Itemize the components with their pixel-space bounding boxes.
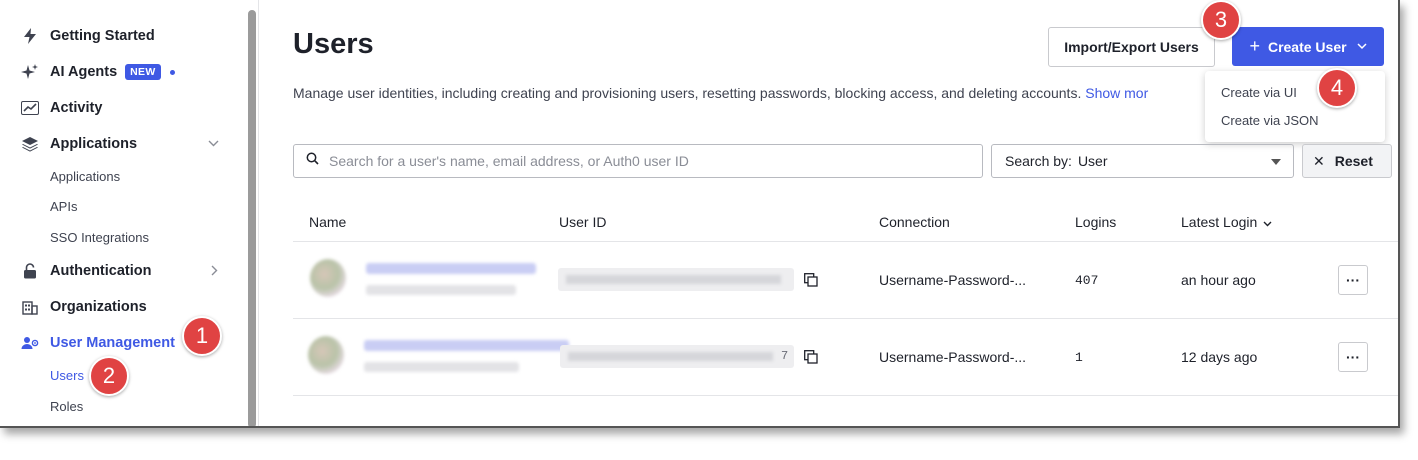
sidebar-subitem-users[interactable]: Users bbox=[50, 368, 84, 383]
sidebar-item-label: Applications bbox=[50, 136, 138, 152]
sidebar-subitem-apis[interactable]: APIs bbox=[50, 199, 77, 214]
column-header-label: Latest Login bbox=[1181, 214, 1258, 230]
divider bbox=[293, 395, 1398, 396]
lightning-icon bbox=[20, 26, 40, 46]
user-name-redacted[interactable] bbox=[366, 263, 536, 274]
chevron-right-icon[interactable] bbox=[211, 265, 218, 279]
building-icon bbox=[20, 297, 40, 317]
sidebar-item-getting-started[interactable]: Getting Started bbox=[20, 24, 155, 48]
search-icon bbox=[306, 152, 319, 170]
sidebar-subitem-roles[interactable]: Roles bbox=[50, 399, 83, 414]
close-icon: ✕ bbox=[1313, 152, 1325, 169]
column-header-name: Name bbox=[309, 214, 347, 230]
sidebar-item-label: Getting Started bbox=[50, 28, 155, 44]
copy-icon[interactable] bbox=[804, 350, 818, 364]
logins-cell: 407 bbox=[1075, 273, 1099, 288]
avatar bbox=[308, 336, 344, 374]
chevron-down-icon[interactable] bbox=[208, 138, 219, 150]
column-header-user-id: User ID bbox=[559, 214, 607, 230]
copy-icon[interactable] bbox=[804, 273, 818, 287]
users-gear-icon bbox=[20, 333, 40, 353]
callout-2: 2 bbox=[89, 356, 129, 396]
show-more-link[interactable]: Show mor bbox=[1085, 85, 1148, 101]
create-user-label: Create User bbox=[1267, 38, 1347, 55]
row-actions-button[interactable]: ··· bbox=[1338, 342, 1368, 372]
avatar bbox=[310, 259, 346, 297]
sidebar-item-activity[interactable]: Activity bbox=[20, 96, 102, 120]
notification-dot bbox=[169, 69, 175, 75]
sidebar-subitem-sso-integrations[interactable]: SSO Integrations bbox=[50, 230, 149, 245]
sidebar-item-label: AI Agents bbox=[50, 64, 118, 80]
sidebar-item-authentication[interactable]: Authentication bbox=[20, 259, 152, 283]
chevron-down-icon bbox=[1357, 41, 1367, 53]
lock-icon bbox=[20, 261, 40, 281]
caret-down-icon bbox=[1271, 159, 1281, 165]
user-id-redacted: 7 bbox=[560, 345, 794, 368]
app-window: Getting Started AI Agents NEW Activity A… bbox=[0, 0, 1400, 428]
menu-item-create-via-ui[interactable]: Create via UI bbox=[1221, 85, 1297, 100]
connection-cell: Username-Password-... bbox=[879, 272, 1027, 288]
create-user-menu: Create via UI Create via JSON bbox=[1205, 71, 1385, 142]
user-email-redacted bbox=[364, 362, 519, 372]
callout-1: 1 bbox=[182, 316, 222, 356]
sidebar-item-label: Organizations bbox=[50, 299, 147, 315]
sidebar-item-applications[interactable]: Applications bbox=[20, 132, 137, 156]
create-user-button[interactable]: + Create User bbox=[1232, 27, 1384, 66]
sidebar-divider bbox=[258, 0, 259, 426]
page-title: Users bbox=[293, 28, 374, 60]
callout-3: 3 bbox=[1201, 0, 1241, 40]
column-header-connection: Connection bbox=[879, 214, 950, 230]
connection-cell: Username-Password-... bbox=[879, 349, 1027, 365]
reset-label: Reset bbox=[1334, 153, 1373, 169]
sort-chevron-icon bbox=[1263, 214, 1272, 230]
user-email-redacted bbox=[366, 285, 516, 295]
column-header-logins: Logins bbox=[1075, 214, 1117, 230]
divider bbox=[293, 318, 1398, 319]
search-by-value: User bbox=[1077, 153, 1108, 169]
column-header-latest-login[interactable]: Latest Login bbox=[1181, 214, 1272, 230]
reset-button[interactable]: ✕ Reset bbox=[1302, 144, 1392, 178]
search-input[interactable]: Search for a user's name, email address,… bbox=[293, 144, 983, 178]
menu-item-create-via-json[interactable]: Create via JSON bbox=[1221, 113, 1319, 128]
user-name-redacted[interactable] bbox=[364, 340, 569, 351]
activity-chart-icon bbox=[20, 98, 40, 118]
sidebar-item-label: Activity bbox=[50, 100, 103, 116]
sparkle-icon bbox=[20, 62, 40, 82]
search-by-label: Search by: bbox=[1005, 153, 1072, 169]
sidebar-item-organizations[interactable]: Organizations bbox=[20, 295, 147, 319]
divider bbox=[293, 241, 1398, 242]
description-text: Manage user identities, including creati… bbox=[293, 85, 1082, 101]
row-actions-button[interactable]: ··· bbox=[1338, 265, 1368, 295]
search-placeholder: Search for a user's name, email address,… bbox=[329, 153, 689, 169]
layers-icon bbox=[20, 134, 40, 154]
plus-icon: + bbox=[1249, 36, 1260, 56]
sidebar-item-label: User Management bbox=[50, 335, 175, 351]
sidebar-subitem-applications[interactable]: Applications bbox=[50, 169, 120, 184]
logins-cell: 1 bbox=[1075, 350, 1083, 365]
latest-login-cell: 12 days ago bbox=[1181, 349, 1258, 365]
sidebar-item-ai-agents[interactable]: AI Agents NEW bbox=[20, 60, 175, 84]
sidebar-scrollbar[interactable] bbox=[248, 10, 256, 426]
callout-4: 4 bbox=[1317, 68, 1357, 108]
user-id-suffix: 7 bbox=[781, 349, 789, 363]
latest-login-cell: an hour ago bbox=[1181, 272, 1256, 288]
import-export-users-button[interactable]: Import/Export Users bbox=[1048, 27, 1215, 67]
user-id-redacted bbox=[558, 268, 794, 291]
search-by-select[interactable]: Search by: User bbox=[991, 144, 1294, 178]
sidebar-item-user-management[interactable]: User Management bbox=[20, 331, 175, 355]
sidebar-item-label: Authentication bbox=[50, 263, 152, 279]
new-badge: NEW bbox=[125, 64, 161, 80]
page-description: Manage user identities, including creati… bbox=[293, 85, 1148, 101]
